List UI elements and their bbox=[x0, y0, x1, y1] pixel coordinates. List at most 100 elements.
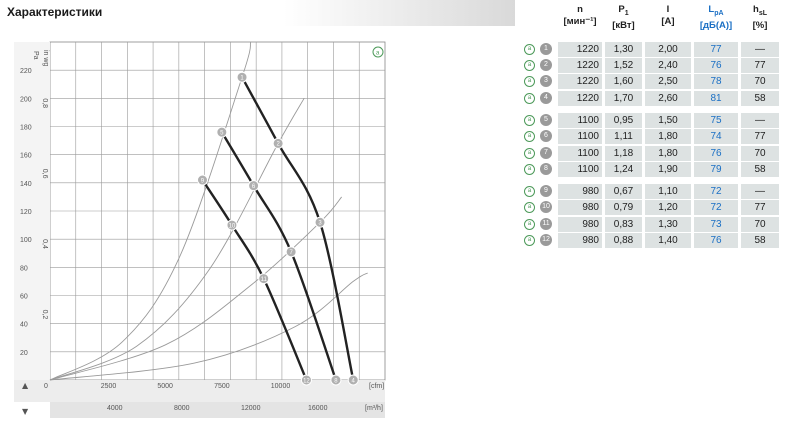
table-header-1: n [мин⁻¹] bbox=[558, 4, 602, 28]
table-cell-n: 1220 bbox=[558, 74, 602, 89]
table-cell-n: 980 bbox=[558, 233, 602, 248]
row-bullet-icon: a bbox=[524, 76, 535, 87]
table-cell-h: — bbox=[741, 42, 779, 57]
table-cell-lp: 76 bbox=[694, 58, 738, 73]
table-row: a 2 1220 1,52 2,40 76 77 bbox=[520, 58, 796, 73]
table-header-unit: [дБ(A)] bbox=[699, 19, 733, 31]
table-cell-h: 58 bbox=[741, 162, 779, 177]
axis-flow-icon: ▼ bbox=[22, 407, 29, 416]
table-row: a 9 980 0,67 1,10 72— bbox=[520, 184, 796, 199]
table-row: a 10 980 0,79 1,20 72 77 bbox=[520, 200, 796, 215]
table-cell-lp: 73 bbox=[694, 217, 738, 232]
x-unit-m3h: [m³/h] bbox=[365, 405, 383, 412]
table-cell-lp: 72 bbox=[694, 184, 738, 199]
table-cell-n: 1100 bbox=[558, 146, 602, 161]
y-unit-pa: Pa bbox=[32, 51, 39, 60]
table-cell-i: 2,60 bbox=[645, 91, 691, 106]
row-number-badge: 10 bbox=[540, 201, 552, 213]
row-bullet-icon: a bbox=[524, 93, 535, 104]
table-cell-lp: 72 bbox=[694, 200, 738, 215]
operating-point-label: 10 bbox=[229, 223, 236, 229]
table-header-symbol: hsL bbox=[741, 4, 779, 20]
operating-point-label: 12 bbox=[303, 378, 310, 384]
table-cell-p: 1,30 bbox=[605, 42, 642, 57]
table-cell-p: 0,79 bbox=[605, 200, 642, 215]
table-header-unit: [A] bbox=[661, 16, 675, 27]
table-header-unit: [%] bbox=[752, 19, 768, 31]
table-header-symbol: n bbox=[558, 4, 602, 16]
table-header-3: I [A] bbox=[645, 4, 691, 28]
x-tick-label-cfm: 2500 bbox=[101, 383, 117, 390]
row-bullet-icon: a bbox=[524, 44, 535, 55]
table-cell-n: 1220 bbox=[558, 91, 602, 106]
table-row: a 3 1220 1,60 2,50 78 70 bbox=[520, 74, 796, 89]
table-cell-n: 1220 bbox=[558, 58, 602, 73]
table-cell-i: 1,80 bbox=[645, 129, 691, 144]
table-cell-lp: 76 bbox=[694, 146, 738, 161]
table-header-5: hsL [%] bbox=[741, 4, 779, 32]
row-bullet-icon: a bbox=[524, 164, 535, 175]
table-header-4: LpA [дБ(A)] bbox=[694, 4, 738, 32]
table-cell-i: 1,90 bbox=[645, 162, 691, 177]
table-cell-p: 1,18 bbox=[605, 146, 642, 161]
table-cell-p: 0,95 bbox=[605, 113, 642, 128]
row-bullet-icon: a bbox=[524, 219, 535, 230]
row-number-badge: 7 bbox=[540, 147, 552, 159]
table-cell-p: 1,52 bbox=[605, 58, 642, 73]
page-title: Характеристики bbox=[7, 5, 103, 19]
table-row: a 7 1100 1,18 1,80 76 70 bbox=[520, 146, 796, 161]
table-cell-h: 70 bbox=[741, 146, 779, 161]
row-bullet-icon: a bbox=[524, 202, 535, 213]
row-number-badge: 4 bbox=[540, 92, 552, 104]
table-cell-p: 0,83 bbox=[605, 217, 642, 232]
operating-point-label: 11 bbox=[261, 277, 268, 283]
row-bullet-icon: a bbox=[524, 235, 535, 246]
table-cell-lp: 79 bbox=[694, 162, 738, 177]
table-cell-n: 1100 bbox=[558, 129, 602, 144]
table-cell-p: 1,24 bbox=[605, 162, 642, 177]
table-cell-i: 1,10 bbox=[645, 184, 691, 199]
title-bar: Характеристики bbox=[0, 0, 515, 26]
y-tick-label-inwg: 0,8 bbox=[41, 98, 48, 108]
table-cell-h: 70 bbox=[741, 217, 779, 232]
table-header-unit: [кВт] bbox=[612, 19, 635, 31]
table-cell-h: — bbox=[741, 184, 779, 199]
y-unit-inwg: in wg bbox=[42, 50, 49, 66]
table-cell-lp: 81 bbox=[694, 91, 738, 106]
table-row: a 6 1100 1,11 1,80 74 77 bbox=[520, 129, 796, 144]
table-row: a 1 1220 1,30 2,00 77— bbox=[520, 42, 796, 57]
table-cell-h: 77 bbox=[741, 200, 779, 215]
row-number-badge: 8 bbox=[540, 163, 552, 175]
table-cell-h: 77 bbox=[741, 129, 779, 144]
row-bullet-icon: a bbox=[524, 186, 535, 197]
table-cell-n: 1100 bbox=[558, 162, 602, 177]
table-header-2: P1 [кВт] bbox=[605, 4, 642, 32]
row-number-badge: 11 bbox=[540, 218, 552, 230]
table-cell-i: 1,50 bbox=[645, 113, 691, 128]
bottom-axis-band bbox=[14, 380, 385, 402]
y-tick-label-pa: 140 bbox=[20, 181, 32, 188]
y-tick-label-pa: 120 bbox=[20, 209, 32, 216]
table-cell-i: 2,50 bbox=[645, 74, 691, 89]
bottom-axis-band-2 bbox=[50, 402, 385, 418]
table-row: a 8 1100 1,24 1,90 79 58 bbox=[520, 162, 796, 177]
table-header-symbol: I bbox=[645, 4, 691, 16]
x-tick-label-m3h: 8000 bbox=[174, 405, 190, 412]
y-tick-label-pa: 20 bbox=[20, 350, 28, 357]
y-tick-label-pa: 160 bbox=[20, 153, 32, 160]
table-cell-n: 980 bbox=[558, 200, 602, 215]
table-cell-h: 58 bbox=[741, 233, 779, 248]
header-subscript: 1 bbox=[624, 9, 629, 17]
row-number-badge: 2 bbox=[540, 59, 552, 71]
table-cell-i: 1,40 bbox=[645, 233, 691, 248]
row-bullet-icon: a bbox=[524, 115, 535, 126]
x-tick-label-cfm: 10000 bbox=[271, 383, 291, 390]
table-cell-lp: 74 bbox=[694, 129, 738, 144]
y-tick-label-pa: 200 bbox=[20, 96, 32, 103]
table-cell-p: 1,60 bbox=[605, 74, 642, 89]
y-tick-label-pa: 180 bbox=[20, 125, 32, 132]
x-unit-cfm: [cfm] bbox=[369, 383, 384, 390]
table-cell-h: 77 bbox=[741, 58, 779, 73]
x-tick-label-m3h: 16000 bbox=[308, 405, 328, 412]
y-tick-label-pa: 100 bbox=[20, 237, 32, 244]
